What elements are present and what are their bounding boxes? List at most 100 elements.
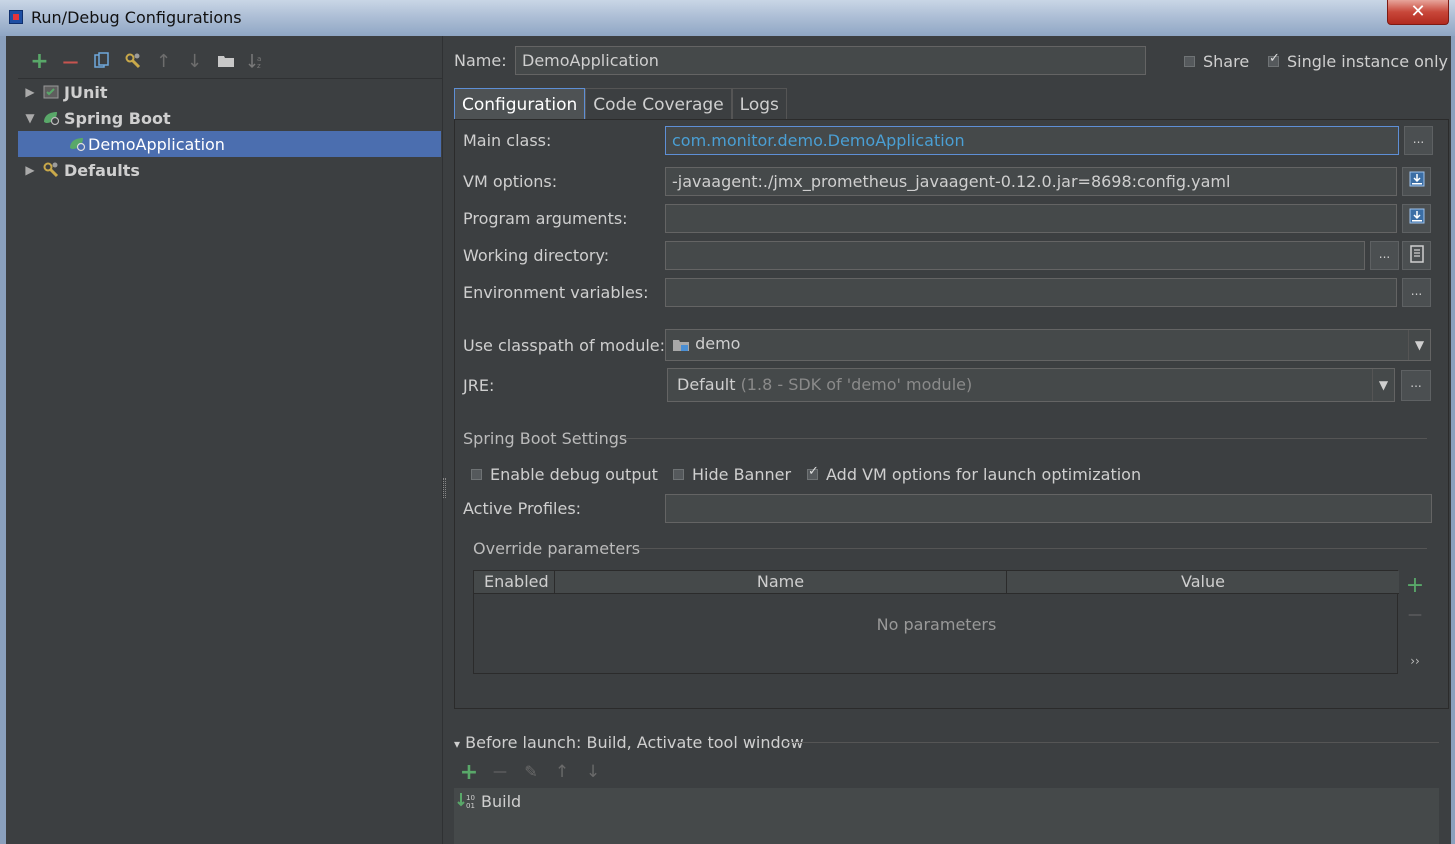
main-class-browse-button[interactable]: ... xyxy=(1404,126,1433,155)
before-launch-list xyxy=(454,814,1439,844)
remove-task-icon[interactable]: — xyxy=(490,764,510,780)
hide-banner-box[interactable] xyxy=(673,469,684,480)
enable-debug-output-checkbox[interactable]: Enable debug output xyxy=(471,465,658,484)
configurations-panel: + — ↑ ↓ az ▶ JUnit ▼ Spring Boot DemoApp… xyxy=(6,36,442,844)
arrow-down-icon[interactable]: ↓ xyxy=(179,50,210,72)
main-class-label: Main class: xyxy=(463,131,552,150)
spring-boot-icon xyxy=(42,109,60,127)
configurations-tree: ▶ JUnit ▼ Spring Boot DemoApplication ▶ xyxy=(18,78,442,844)
arrow-up-icon[interactable]: ↑ xyxy=(148,50,179,72)
add-vm-options-label: Add VM options for launch optimization xyxy=(826,465,1142,484)
working-directory-browse-button[interactable]: ... xyxy=(1370,241,1399,270)
column-header-value[interactable]: Value xyxy=(1007,571,1399,594)
dropdown-arrow-icon[interactable]: ▼ xyxy=(1372,369,1394,401)
collapse-arrow-icon[interactable]: ▼ xyxy=(22,111,38,125)
build-icon: 10 01 xyxy=(457,792,477,810)
program-arguments-input[interactable] xyxy=(665,204,1397,233)
copy-icon[interactable] xyxy=(86,50,117,72)
tab-logs[interactable]: Logs xyxy=(731,88,787,119)
add-vm-options-checkbox[interactable]: Add VM options for launch optimization xyxy=(807,464,1142,484)
collapse-icon[interactable]: ▾ xyxy=(454,737,460,751)
single-instance-checkbox[interactable]: Single instance only xyxy=(1268,51,1448,71)
move-task-up-icon[interactable]: ↑ xyxy=(552,762,572,782)
tree-item-defaults[interactable]: ▶ Defaults xyxy=(18,157,441,183)
table-header: Enabled Name Value xyxy=(474,571,1399,594)
hide-banner-checkbox[interactable]: Hide Banner xyxy=(673,465,791,484)
hide-banner-label: Hide Banner xyxy=(692,465,792,484)
before-launch-title: Before launch: Build, Activate tool wind… xyxy=(465,733,804,752)
classpath-module-label: Use classpath of module: xyxy=(463,336,666,355)
before-launch-header[interactable]: ▾ Before launch: Build, Activate tool wi… xyxy=(454,733,804,752)
tree-item-label: JUnit xyxy=(64,82,108,102)
add-icon[interactable]: + xyxy=(24,49,55,74)
edit-task-icon[interactable]: ✎ xyxy=(521,762,541,781)
active-profiles-input[interactable] xyxy=(665,494,1432,523)
override-parameters-table: Enabled Name Value No parameters xyxy=(473,570,1399,674)
window-title: Run/Debug Configurations xyxy=(31,8,242,27)
remove-icon[interactable]: — xyxy=(55,50,86,72)
column-header-enabled[interactable]: Enabled xyxy=(474,571,555,594)
tree-item-spring-boot[interactable]: ▼ Spring Boot xyxy=(18,105,441,131)
folder-icon[interactable] xyxy=(210,50,241,72)
vm-options-input[interactable]: -javaagent:./jmx_prometheus_javaagent-0.… xyxy=(665,167,1397,196)
add-parameter-icon[interactable]: + xyxy=(1405,573,1425,598)
share-label: Share xyxy=(1203,52,1250,71)
add-vm-options-box[interactable] xyxy=(807,464,819,480)
single-instance-checkbox-box[interactable] xyxy=(1268,51,1280,67)
enable-debug-output-box[interactable] xyxy=(471,469,482,480)
wrench-icon xyxy=(42,161,60,179)
insert-macro-button[interactable] xyxy=(1402,241,1431,270)
before-launch-item-label: Build xyxy=(481,791,522,811)
program-arguments-label: Program arguments: xyxy=(463,209,628,228)
module-folder-icon xyxy=(673,339,689,351)
sort-icon[interactable]: az xyxy=(241,50,272,72)
before-launch-item[interactable]: 10 01 Build xyxy=(454,788,1439,814)
share-checkbox[interactable]: Share xyxy=(1184,52,1249,71)
expand-arrow-icon[interactable]: ▶ xyxy=(22,85,38,99)
active-profiles-label: Active Profiles: xyxy=(463,499,582,518)
tree-item-junit[interactable]: ▶ JUnit xyxy=(18,79,441,105)
spring-boot-app-icon xyxy=(68,135,86,153)
wrench-icon[interactable] xyxy=(117,50,148,72)
configurations-toolbar: + — ↑ ↓ az xyxy=(24,49,272,74)
configuration-editor: Name: DemoApplication Share Single insta… xyxy=(446,36,1451,844)
tree-item-demo-application[interactable]: DemoApplication xyxy=(18,131,441,157)
name-label: Name: xyxy=(454,51,507,70)
tree-item-label: Defaults xyxy=(64,160,140,180)
name-input[interactable]: DemoApplication xyxy=(515,46,1146,75)
column-header-name[interactable]: Name xyxy=(555,571,1007,594)
classpath-module-value: demo xyxy=(695,334,741,353)
empty-table-message: No parameters xyxy=(876,615,997,634)
move-task-down-icon[interactable]: ↓ xyxy=(583,762,603,782)
override-parameters-title: Override parameters xyxy=(473,539,641,558)
remove-parameter-icon[interactable]: — xyxy=(1405,607,1425,623)
junit-icon xyxy=(42,83,60,101)
expand-field-icon xyxy=(1409,208,1424,224)
app-icon xyxy=(9,10,23,24)
environment-variables-input[interactable] xyxy=(665,278,1397,307)
expand-program-arguments-button[interactable] xyxy=(1402,204,1431,233)
tree-item-label: DemoApplication xyxy=(88,134,225,154)
working-directory-input[interactable] xyxy=(665,241,1365,270)
document-icon xyxy=(1409,245,1424,263)
working-directory-label: Working directory: xyxy=(463,246,610,265)
share-checkbox-box[interactable] xyxy=(1184,56,1195,67)
jre-label: JRE: xyxy=(463,376,495,395)
expand-vm-options-button[interactable] xyxy=(1402,167,1431,196)
svg-text:10: 10 xyxy=(466,794,475,802)
classpath-module-select[interactable]: demo ▼ xyxy=(665,329,1431,361)
expand-arrow-icon[interactable]: ▶ xyxy=(22,163,38,177)
section-divider xyxy=(634,548,1427,549)
dropdown-arrow-icon[interactable]: ▼ xyxy=(1408,330,1430,360)
more-actions-icon[interactable]: ›› xyxy=(1405,654,1425,668)
tab-code-coverage[interactable]: Code Coverage xyxy=(585,88,732,119)
svg-text:01: 01 xyxy=(466,802,475,810)
jre-browse-button[interactable]: ... xyxy=(1401,370,1431,401)
tab-configuration[interactable]: Configuration xyxy=(454,88,586,119)
main-class-input[interactable]: com.monitor.demo.DemoApplication xyxy=(665,126,1399,155)
add-task-icon[interactable]: + xyxy=(459,760,479,785)
jre-select[interactable]: Default (1.8 - SDK of 'demo' module) ▼ xyxy=(667,368,1395,402)
window-border-right xyxy=(1451,36,1455,844)
environment-variables-browse-button[interactable]: ... xyxy=(1402,278,1431,307)
close-button[interactable]: ✕ xyxy=(1387,0,1449,25)
